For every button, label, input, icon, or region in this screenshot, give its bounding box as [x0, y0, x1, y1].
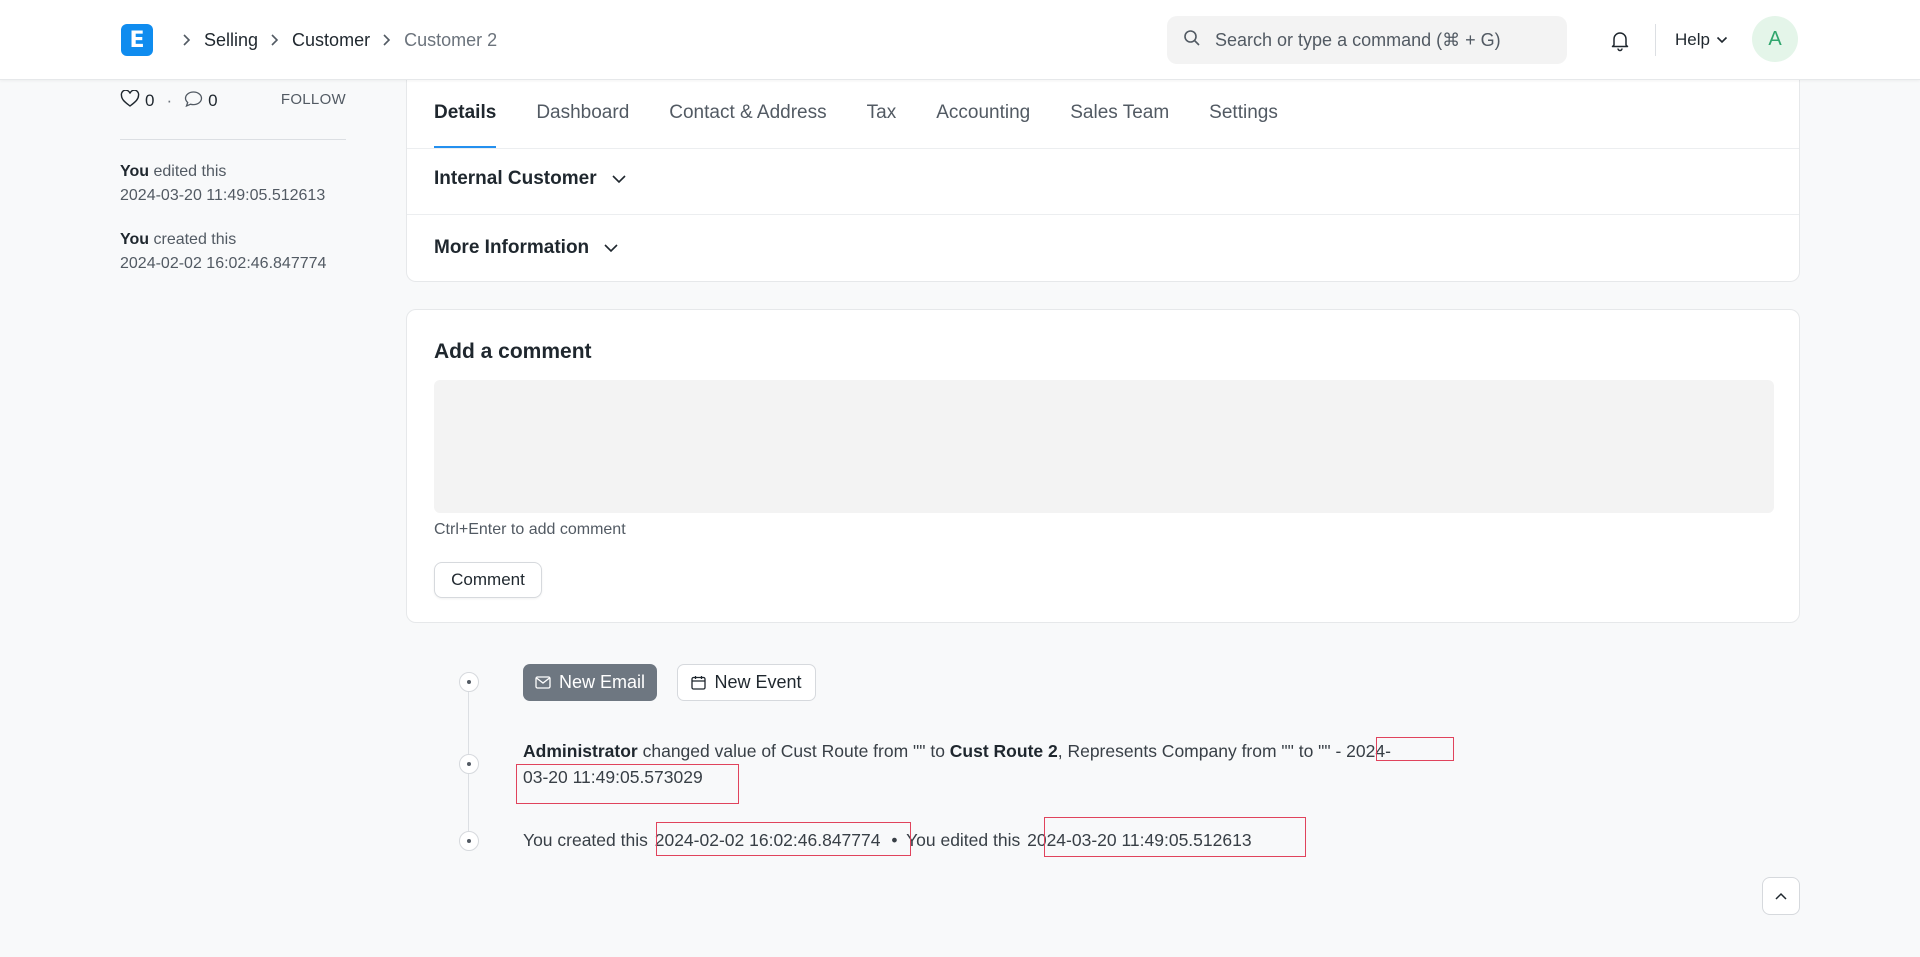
timeline-dot — [459, 754, 479, 774]
comment-card: Add a comment Ctrl+Enter to add comment … — [406, 309, 1800, 623]
section-internal-customer[interactable]: Internal Customer — [434, 168, 627, 190]
timeline-dot — [459, 672, 479, 692]
tab-dashboard[interactable]: Dashboard — [536, 72, 629, 148]
search-icon — [1183, 29, 1201, 52]
breadcrumb: Selling Customer Customer 2 — [170, 28, 497, 52]
new-event-button[interactable]: New Event — [677, 664, 816, 701]
mail-icon — [535, 676, 551, 689]
section-more-information[interactable]: More Information — [434, 237, 619, 259]
comment-title: Add a comment — [434, 340, 592, 363]
search-placeholder: Search or type a command (⌘ + G) — [1215, 29, 1501, 50]
section-title: Internal Customer — [434, 168, 597, 189]
chevron-down-icon — [1716, 36, 1728, 44]
timeline-change-text: , Represents Company from "" to "" - — [1057, 741, 1342, 761]
activity-action: edited this — [153, 163, 227, 180]
calendar-icon — [691, 676, 707, 690]
activity-time: 2024-03-20 11:49:05.512613 — [120, 187, 326, 204]
comment-button[interactable]: Comment — [434, 562, 542, 598]
tab-settings[interactable]: Settings — [1209, 72, 1278, 148]
highlight-box — [1044, 817, 1306, 857]
app-logo[interactable]: E — [121, 24, 153, 56]
breadcrumb-current: Customer 2 — [404, 29, 498, 50]
search-bar[interactable]: Search or type a command (⌘ + G) — [1167, 16, 1567, 64]
notification-bell-icon[interactable] — [1608, 28, 1632, 52]
activity-user: You — [120, 163, 150, 180]
sidebar-activity-item: You edited this 2024-03-20 11:49:05.5126… — [120, 160, 325, 208]
chevron-right-icon — [381, 33, 393, 47]
tab-contact-address[interactable]: Contact & Address — [669, 72, 826, 148]
chevron-down-icon — [612, 175, 626, 184]
timeline-dot — [459, 831, 479, 851]
chevron-down-icon — [604, 244, 618, 253]
avatar[interactable]: A — [1752, 16, 1798, 62]
follow-button[interactable]: FOLLOW — [281, 91, 346, 108]
tab-accounting[interactable]: Accounting — [936, 72, 1030, 148]
navbar-divider — [1655, 24, 1656, 56]
chevron-right-icon — [181, 33, 193, 47]
like-count: 0 — [145, 91, 155, 110]
comment-hint: Ctrl+Enter to add comment — [434, 521, 626, 538]
activity-user: You — [120, 231, 150, 248]
stats-separator: · — [166, 91, 173, 110]
new-email-button[interactable]: New Email — [523, 664, 657, 701]
highlight-box — [516, 764, 739, 804]
sidebar-divider — [120, 139, 346, 140]
tab-details[interactable]: Details — [434, 72, 497, 148]
new-email-label: New Email — [558, 672, 646, 692]
activity-action: created this — [153, 231, 237, 248]
scroll-to-top-button[interactable] — [1762, 877, 1800, 915]
tabs-divider — [407, 148, 1799, 149]
timeline-actor[interactable]: Administrator — [523, 741, 638, 761]
help-dropdown[interactable]: Help — [1675, 28, 1728, 52]
form-card: Details Dashboard Contact & Address Tax … — [406, 72, 1800, 282]
form-tabs: Details Dashboard Contact & Address Tax … — [434, 72, 1318, 148]
tab-sales-team[interactable]: Sales Team — [1070, 72, 1169, 148]
activity-time: 2024-02-02 16:02:46.847774 — [120, 255, 327, 272]
breadcrumb-customer[interactable]: Customer — [292, 30, 370, 51]
chevron-up-icon — [1775, 892, 1787, 900]
comment-input[interactable] — [434, 380, 1774, 513]
section-title: More Information — [434, 237, 590, 258]
comment-icon[interactable] — [184, 90, 203, 113]
timeline-edited-label: You edited this — [906, 830, 1021, 850]
section-divider — [407, 214, 1799, 215]
tab-tax[interactable]: Tax — [867, 72, 897, 148]
navbar: E Selling Customer Customer 2 Search or … — [0, 0, 1920, 80]
help-label: Help — [1675, 30, 1710, 49]
comment-count: 0 — [208, 91, 218, 110]
breadcrumb-selling[interactable]: Selling — [204, 30, 258, 51]
timeline-change-value: Cust Route 2 — [949, 741, 1058, 761]
timeline-change-text: changed value of Cust Route from "" to — [642, 741, 945, 761]
highlight-box — [1376, 737, 1454, 761]
heart-icon[interactable] — [120, 88, 140, 113]
sidebar-stats: 0 · 0 FOLLOW — [120, 88, 346, 113]
highlight-box — [656, 822, 911, 856]
timeline-created-label: You created this — [523, 830, 648, 850]
chevron-right-icon — [269, 33, 281, 47]
new-event-label: New Event — [714, 672, 802, 692]
sidebar-activity-item: You created this 2024-02-02 16:02:46.847… — [120, 228, 326, 276]
